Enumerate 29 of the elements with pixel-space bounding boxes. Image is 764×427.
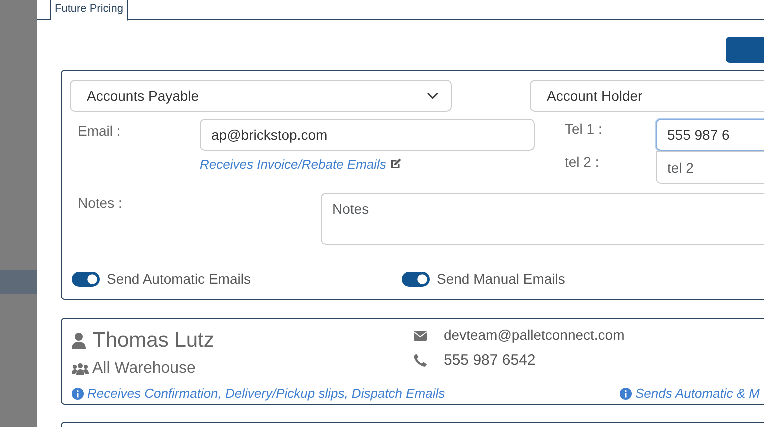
toggle-label: Send Automatic Emails [107,270,251,289]
group-icon [72,362,89,374]
email-note-link[interactable]: Receives Invoice/Rebate Emails [200,154,386,174]
tab[interactable]: Future Pricing [50,0,128,21]
notes-label: Notes : [78,195,122,211]
email-field[interactable]: ap@brickstop.com [200,119,535,151]
notes-field[interactable]: Notes [321,193,764,245]
role-select[interactable]: Accounts Payable [70,80,452,112]
phone-icon [414,354,427,368]
envelope-icon [414,330,427,340]
tel-field[interactable]: tel 2 [656,151,764,184]
info-icon [72,388,84,400]
contact-group: All Warehouse [92,356,196,380]
tel-label: tel 2 : [565,153,600,172]
info-icon [620,388,632,400]
contact-name: Thomas Lutz [93,328,214,354]
tel-field[interactable]: 555 987 6 [656,119,764,151]
edit-icon[interactable] [390,158,402,170]
toggle-switch[interactable] [72,272,100,287]
tel-label: Tel 1 : [565,120,604,139]
sends-note: Sends Automatic & M [636,385,760,403]
receives-note: Receives Confirmation, Delivery/Pickup slips, Dispatch Emails [88,385,446,403]
holder-select[interactable]: Account Holder [530,80,764,112]
contact-phone: 555 987 6542 [444,350,536,370]
person-icon [72,332,86,349]
email-label: Email : [77,122,122,141]
toggle-switch[interactable] [402,272,430,287]
toggle-label: Send Manual Emails [437,270,566,289]
contact-email: devteam@palletconnect.com [444,326,625,345]
